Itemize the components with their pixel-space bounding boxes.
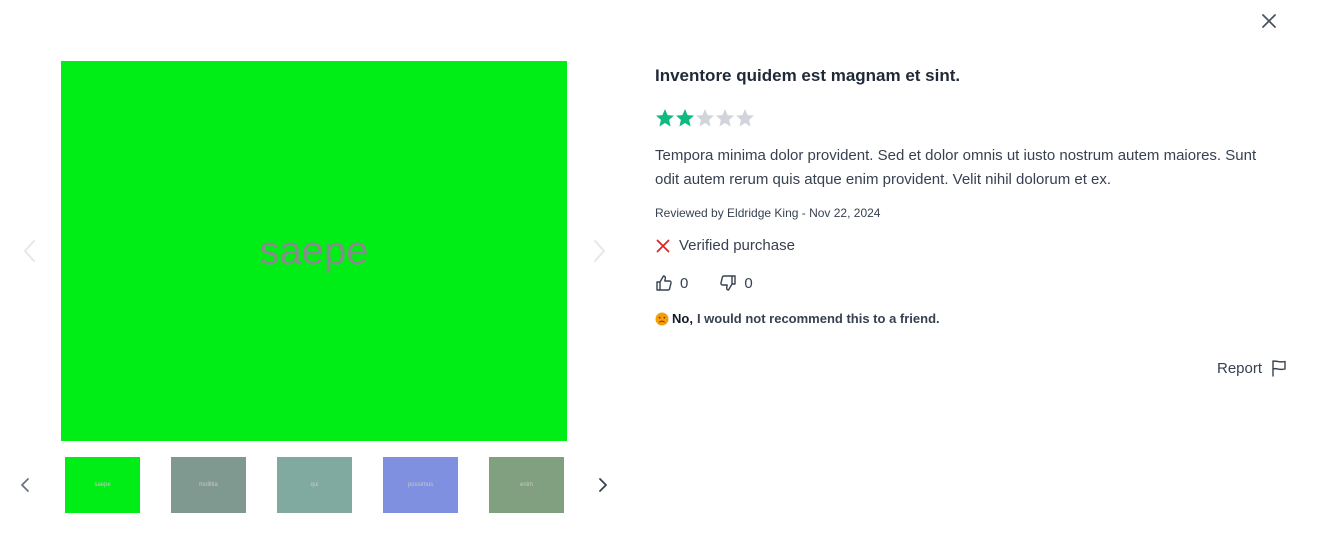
verified-purchase-label: Verified purchase xyxy=(679,237,795,254)
thumbs-down-button[interactable]: 0 xyxy=(719,274,753,292)
x-icon xyxy=(656,239,670,252)
recommend-no: No, xyxy=(672,311,693,326)
thumbnail[interactable]: qui xyxy=(277,457,352,513)
thumbnails-next-button[interactable] xyxy=(596,474,610,496)
thumbnails-prev-button[interactable] xyxy=(18,474,32,496)
chevron-right-icon xyxy=(599,478,607,492)
review-body: Tempora minima dolor provident. Sed et d… xyxy=(655,147,1257,188)
star-empty-icon xyxy=(696,109,714,127)
thumbnail-label: qui xyxy=(310,482,319,488)
main-image-label: saepe xyxy=(259,228,369,273)
chevron-right-icon xyxy=(594,240,605,262)
thumbs-up-button[interactable]: 0 xyxy=(655,274,688,292)
recommendation: No, I would not recommend this to a frie… xyxy=(655,311,1295,326)
thumbnail[interactable]: mollitia xyxy=(171,457,246,513)
thumbnail-label: mollitia xyxy=(199,482,218,488)
thumbnail[interactable]: possimus xyxy=(383,457,458,513)
sad-face-icon xyxy=(655,312,669,325)
close-icon xyxy=(1262,14,1276,28)
flag-icon xyxy=(1272,360,1286,377)
thumbnail[interactable]: enim xyxy=(489,457,564,513)
helpful-count: 0 xyxy=(680,274,689,292)
recommend-text: I would not recommend this to a friend. xyxy=(696,311,940,326)
thumbs-up-icon xyxy=(656,275,672,291)
main-image-next-button[interactable] xyxy=(589,237,609,265)
report-button[interactable]: Report xyxy=(1217,359,1288,377)
star-rating xyxy=(655,108,1295,130)
star-filled-icon xyxy=(676,109,694,127)
star-filled-icon xyxy=(656,109,674,127)
close-button[interactable] xyxy=(1258,10,1280,32)
report-label: Report xyxy=(1217,359,1263,377)
main-image-prev-button[interactable] xyxy=(20,237,40,265)
reviewer-info: Reviewed by Eldridge King - Nov 22, 2024 xyxy=(655,206,881,220)
thumbnail-label: saepe xyxy=(94,482,111,488)
chevron-left-icon xyxy=(24,240,35,262)
thumbnail-label: enim xyxy=(519,482,533,488)
chevron-left-icon xyxy=(21,478,29,492)
star-empty-icon xyxy=(736,109,754,127)
thumbnail[interactable]: saepe xyxy=(65,457,140,513)
main-image: saepe xyxy=(61,61,567,441)
verified-purchase: Verified purchase xyxy=(655,237,1295,254)
thumbnail-label: possimus xyxy=(407,482,434,488)
vote-buttons: 0 0 xyxy=(655,274,1295,292)
thumbs-down-icon xyxy=(720,275,737,291)
review-title: Inventore quidem est magnam et sint. xyxy=(655,66,961,85)
review-panel: Inventore quidem est magnam et sint. Tem… xyxy=(655,64,1295,326)
not-helpful-count: 0 xyxy=(744,274,753,292)
star-empty-icon xyxy=(716,109,734,127)
